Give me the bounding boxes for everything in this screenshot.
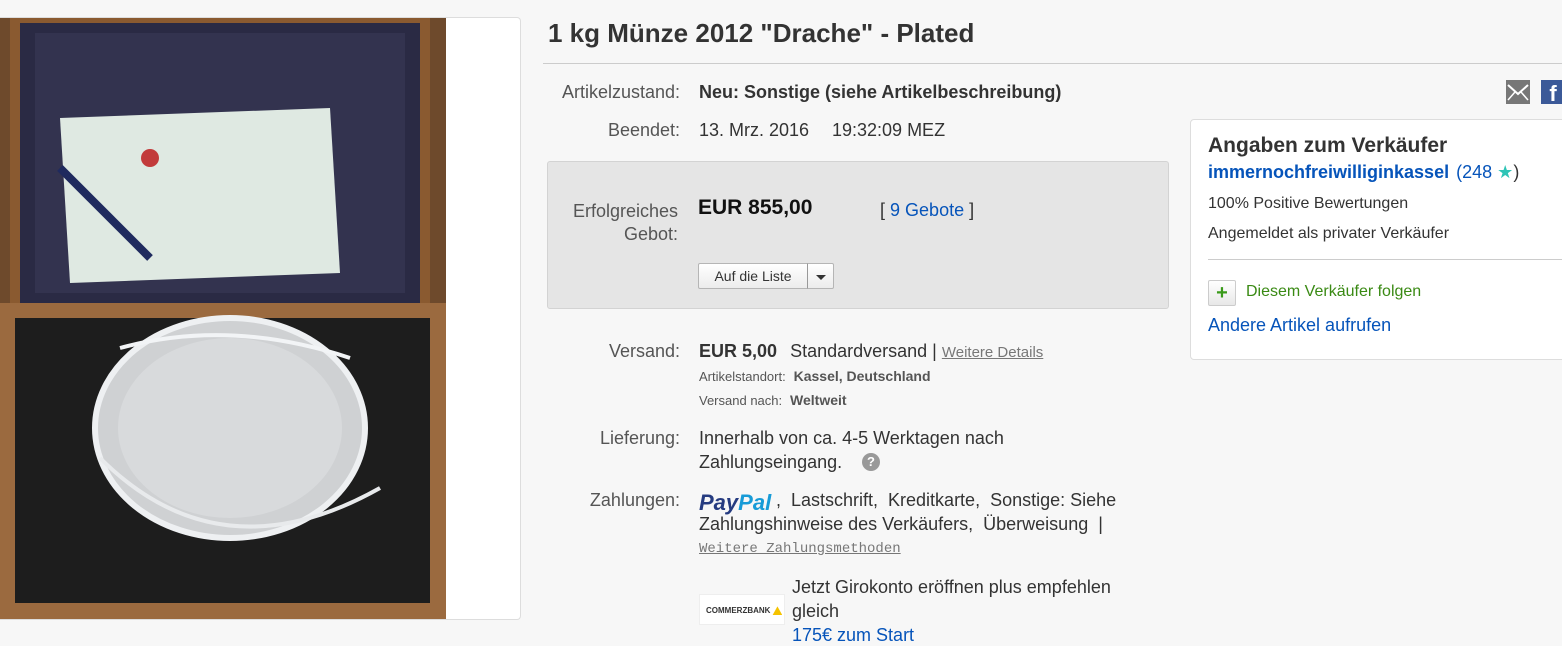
ships-to-value: Weltweit (790, 392, 847, 408)
seller-feedback-score[interactable]: 248 (1462, 162, 1492, 182)
seller-divider (1208, 259, 1562, 260)
payments-line-1: , Lastschrift, Kreditkarte, Sonstige: Si… (776, 490, 1117, 510)
promo-line-1: Jetzt Girokonto eröffnen plus empfehlen (792, 577, 1111, 597)
commerzbank-ribbon-icon (772, 606, 783, 616)
promo-line-2: gleich (792, 601, 840, 621)
winning-bid-label-2: Gebot: (623, 224, 678, 244)
item-title: 1 kg Münze 2012 "Drache" - Plated (548, 18, 975, 48)
payments-label: Zahlungen: (589, 490, 680, 510)
paypal-logo-pay: Pay (699, 490, 739, 515)
commerzbank-logo[interactable]: COMMERZBANK (699, 594, 785, 625)
commerzbank-logo-text: COMMERZBANK (706, 606, 771, 615)
bid-count-close: ] (969, 200, 975, 220)
shipping-price: EUR 5,00 (699, 341, 778, 361)
winning-bid-price: EUR 855,00 (698, 196, 813, 219)
ended-label: Beendet: (607, 120, 680, 140)
bid-count-open: [ (880, 200, 886, 220)
item-location-label: Artikelstandort: (699, 369, 786, 384)
item-location-value: Kassel, Deutschland (793, 368, 931, 384)
delivery-line-2: Zahlungseingang. (699, 452, 843, 472)
item-image-panel (0, 17, 521, 620)
bid-history-link[interactable]: 9 Gebote (890, 200, 964, 220)
payments-line-2: Zahlungshinweise des Verkäufers, Überwei… (699, 514, 1103, 534)
plus-icon[interactable]: + (1208, 280, 1236, 306)
seller-type: Angemeldet als privater Verkäufer (1208, 225, 1450, 242)
shipping-label: Versand: (608, 341, 680, 361)
seller-score-close: ) (1513, 162, 1520, 182)
other-items-link[interactable]: Andere Artikel aufrufen (1208, 315, 1391, 336)
winning-bid-label-1: Erfolgreiches (572, 201, 678, 221)
delivery-label: Lieferung: (599, 428, 680, 448)
condition-value: Neu: Sonstige (siehe Artikelbeschreibung… (699, 82, 1062, 102)
ended-date: 13. Mrz. 2016 (699, 120, 810, 140)
facebook-share-icon[interactable]: f (1541, 80, 1562, 106)
seller-heading: Angaben zum Verkäufer (1208, 134, 1448, 157)
star-icon: ★ (1497, 162, 1514, 182)
seller-positive-feedback: 100% Positive Bewertungen (1208, 195, 1409, 212)
help-icon[interactable]: ? (862, 453, 880, 471)
watch-list-dropdown-icon[interactable] (807, 263, 834, 289)
bid-count: [ 9 Gebote ] (880, 200, 974, 221)
ships-to: Versand nach: Weltweit (699, 392, 847, 408)
delivery-line-1: Innerhalb von ca. 4-5 Werktagen nach (699, 428, 1004, 448)
promo-link[interactable]: 175€ zum Start (792, 625, 914, 646)
ships-to-label: Versand nach: (699, 393, 783, 408)
seller-name-row: immernochfreiwilliginkassel (248 ★) (1208, 162, 1519, 183)
shipping-info: EUR 5,00 Standardversand | Weitere Detai… (699, 341, 1043, 362)
seller-name-link[interactable]: immernochfreiwilliginkassel (1208, 162, 1449, 182)
paypal-logo-pal: Pal (738, 490, 772, 515)
item-photo[interactable] (0, 18, 446, 619)
shipping-details-link[interactable]: Weitere Details (942, 344, 1043, 361)
email-share-icon[interactable] (1506, 80, 1530, 104)
ended-time: 19:32:09 MEZ (832, 120, 946, 140)
title-divider (543, 63, 1562, 64)
condition-label: Artikelzustand: (561, 82, 680, 102)
shipping-method: Standardversand | (790, 341, 937, 361)
follow-seller-link[interactable]: Diesem Verkäufer folgen (1246, 283, 1421, 301)
item-location: Artikelstandort: Kassel, Deutschland (699, 368, 931, 384)
watch-list-button[interactable]: Auf die Liste (698, 263, 808, 289)
more-payment-methods-link[interactable]: Weitere Zahlungsmethoden (699, 541, 901, 557)
paypal-logo: PayPal (699, 490, 771, 516)
